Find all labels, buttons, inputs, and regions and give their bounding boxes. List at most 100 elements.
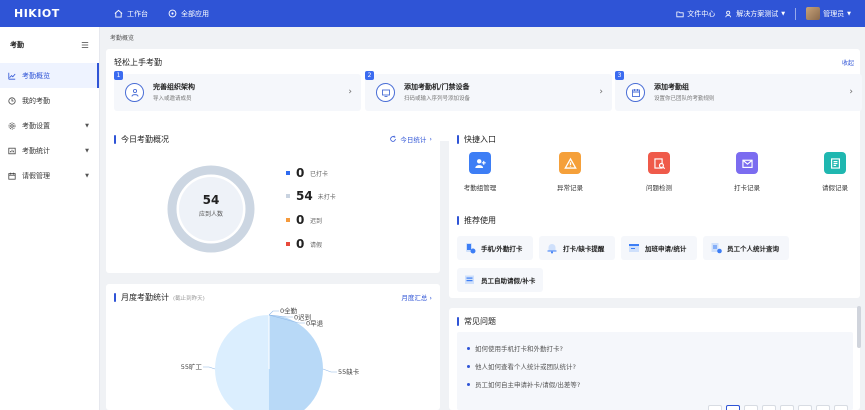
sidebar-item-label: 考勤概览 (22, 71, 50, 80)
recommend-item-label: 员工自助请假/补卡 (481, 277, 536, 285)
title-accent (114, 293, 116, 302)
quick-item-label: 问题检测 (646, 184, 672, 192)
sidebar-item-my-attendance[interactable]: 我的考勤 (0, 88, 99, 113)
sidebar-item-leave[interactable]: 请假管理 ▼ (0, 163, 99, 188)
today-card: 今日考勤概况 今日统计 › 54 应到人数 0 已打卡 54 未打卡 0 迟到 (106, 126, 440, 273)
chevron-right-icon: › (599, 87, 603, 97)
sidebar-item-label: 我的考勤 (22, 96, 50, 105)
sidebar-item-settings[interactable]: 考勤设置 ▼ (0, 113, 99, 138)
pie-leader-line (322, 368, 337, 373)
chevron-right-icon: › (429, 294, 432, 302)
nav-all-apps[interactable]: 全部应用 (168, 9, 209, 19)
recommend-item-reminder[interactable]: 打卡/缺卡提醒 (539, 236, 615, 260)
phone-icon (466, 243, 476, 254)
ring-total: 54 (202, 193, 220, 207)
nav-all-apps-label: 全部应用 (181, 9, 209, 18)
recommend-item-self-service[interactable]: 员工自助请假/补卡 (457, 268, 543, 292)
caret-down-icon: ▼ (85, 172, 89, 179)
legend-leave: 0 请假 (286, 237, 322, 251)
pie-slice-absent[interactable] (215, 315, 269, 410)
page-button[interactable] (816, 405, 830, 410)
step-number: 1 (114, 71, 123, 80)
faq-item[interactable]: 员工如何自主申请补卡/请假/出差等? (467, 379, 580, 389)
step-device[interactable]: 2 添加考勤机/门禁设备 扫码或输入序列号添加设备 › (365, 71, 612, 111)
today-title-text: 今日考勤概况 (121, 135, 169, 144)
page-button[interactable] (744, 405, 758, 410)
recommend-card: 推荐使用 手机/外勤打卡 打卡/缺卡提醒 加班申请/统计 员工个人统计查询 员工… (449, 205, 860, 298)
quick-item-leave-records[interactable]: 请假记录 (808, 152, 862, 192)
sidebar-item-overview[interactable]: 考勤概览 (0, 63, 99, 88)
today-title: 今日考勤概况 (114, 134, 169, 145)
page-button[interactable] (762, 405, 776, 410)
quick-item-label: 考勤组管理 (463, 184, 497, 192)
faq-card: 常见问题 如何使用手机打卡和外勤打卡? 他人如何查看个人统计或团队统计? 员工如… (449, 308, 860, 410)
refresh-icon[interactable] (389, 135, 397, 143)
collapse-button[interactable]: 收起 (842, 58, 854, 67)
chevron-down-icon: ▼ (847, 10, 851, 17)
solution-dropdown[interactable]: 解决方案测试 ▼ (725, 9, 785, 19)
step-org[interactable]: 1 完善组织架构 导入或邀请成员 › (114, 71, 361, 111)
top-nav: 工作台 全部应用 (114, 9, 209, 19)
quick-title-text: 快捷入口 (464, 135, 496, 144)
nav-workbench[interactable]: 工作台 (114, 9, 148, 19)
device-icon (376, 83, 395, 102)
faq-list: 如何使用手机打卡和外勤打卡? 他人如何查看个人统计或团队统计? 员工如何自主申请… (457, 332, 853, 410)
recommend-item-label: 打卡/缺卡提醒 (563, 245, 605, 253)
pagination (708, 405, 848, 410)
recommend-item-overtime[interactable]: 加班申请/统计 (621, 236, 697, 260)
faq-title: 常见问题 (457, 316, 496, 327)
page-button[interactable] (798, 405, 812, 410)
apps-icon (168, 9, 177, 18)
recommend-item-mobile-punch[interactable]: 手机/外勤打卡 (457, 236, 533, 260)
calendar-icon (8, 172, 16, 180)
faq-title-text: 常见问题 (464, 317, 496, 326)
faq-question: 他人如何查看个人统计或团队统计? (475, 363, 576, 371)
legend-dot (286, 194, 290, 198)
doc-icon (824, 152, 846, 174)
pie-leader-line (203, 366, 216, 370)
page-button[interactable] (834, 405, 848, 410)
doc-center-label: 文件中心 (687, 9, 716, 18)
legend-label: 未打卡 (317, 193, 336, 201)
legend-dot (286, 218, 290, 222)
faq-item[interactable]: 他人如何查看个人统计或团队统计? (467, 361, 576, 371)
quick-item-group-manage[interactable]: 考勤组管理 (453, 152, 507, 192)
menu-icon[interactable] (81, 41, 89, 49)
chevron-right-icon: › (429, 135, 432, 143)
legend-label: 已打卡 (310, 170, 329, 178)
recommend-item-personal-stats[interactable]: 员工个人统计查询 (703, 236, 789, 260)
month-summary-link[interactable]: 月度汇总 › (401, 292, 432, 302)
page-button[interactable] (780, 405, 794, 410)
sidebar-item-label: 请假管理 (22, 171, 50, 180)
quick-item-exceptions[interactable]: 异常记录 (543, 152, 597, 192)
step-group[interactable]: 3 添加考勤组 设置你已团队的考勤规则 › (615, 71, 862, 111)
breadcrumb: 考勤概览 (110, 35, 135, 42)
recommend-title-text: 推荐使用 (464, 216, 496, 225)
month-card: 月度考勤统计 (截止到昨天) 月度汇总 › 0全勤 0迟到 0早退 55缺卡 5… (106, 284, 440, 410)
clock-icon (8, 96, 16, 105)
pie-slice-missing[interactable] (269, 315, 323, 410)
today-stats-link[interactable]: 今日统计 › (389, 134, 432, 144)
title-accent (457, 135, 459, 144)
legend-late: 0 迟到 (286, 213, 322, 227)
nav-workbench-label: 工作台 (127, 9, 148, 18)
user-add-icon (469, 152, 491, 174)
doc-center-link[interactable]: 文件中心 (676, 9, 715, 19)
legend-not-checked: 54 未打卡 (286, 189, 336, 203)
scrollbar[interactable] (857, 306, 861, 348)
faq-question: 如何使用手机打卡和外勤打卡? (475, 345, 563, 353)
step-number: 3 (615, 71, 624, 80)
chart-icon (8, 72, 16, 80)
person-stat-icon (711, 243, 722, 254)
faq-item[interactable]: 如何使用手机打卡和外勤打卡? (467, 343, 563, 353)
user-menu[interactable]: 管理员 ▼ (806, 7, 851, 20)
quick-item-detection[interactable]: 问题检测 (632, 152, 686, 192)
logo[interactable]: HIKIOT (0, 7, 100, 20)
today-stats-label: 今日统计 (400, 136, 427, 144)
stats-icon (8, 147, 16, 154)
legend-value: 0 (296, 237, 305, 251)
page-button[interactable] (708, 405, 722, 410)
sidebar-item-statistics[interactable]: 考勤统计 ▼ (0, 138, 99, 163)
page-button[interactable] (726, 405, 740, 410)
quick-item-punch-records[interactable]: 打卡记录 (720, 152, 774, 192)
